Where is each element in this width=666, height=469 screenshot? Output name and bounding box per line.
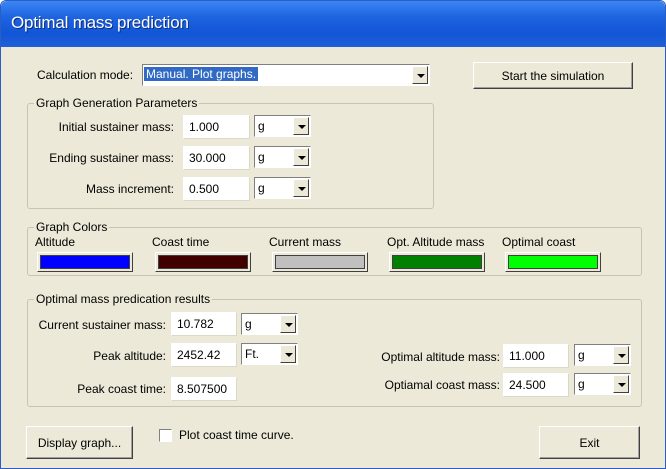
calculation-mode-value: Manual. Plot graphs. <box>144 67 259 81</box>
optimal-coast-color-label: Optimal coast <box>502 235 576 249</box>
chevron-down-icon[interactable] <box>293 179 309 197</box>
plot-coast-checkbox-label[interactable]: Plot coast time curve. <box>179 428 294 442</box>
display-graph-button[interactable]: Display graph... <box>26 426 133 459</box>
title-bar[interactable]: Optimal mass prediction <box>1 1 665 47</box>
graph-parameters-title: Graph Generation Parameters <box>34 96 200 110</box>
current-mass-unit-value: g <box>245 317 252 331</box>
ending-mass-label: Ending sustainer mass: <box>49 151 174 165</box>
ending-mass-unit-value: g <box>258 150 265 164</box>
peak-coast-label: Peak coast time: <box>77 382 166 396</box>
window-title: Optimal mass prediction <box>11 13 189 32</box>
peak-altitude-unit-value: Ft. <box>245 347 259 361</box>
coast-time-color-swatch <box>158 255 248 269</box>
peak-coast-field[interactable]: 8.507500 <box>171 377 237 401</box>
current-mass-label: Current sustainer mass: <box>38 318 166 332</box>
results-title: Optimal mass predication results <box>34 292 213 306</box>
graph-colors-title: Graph Colors <box>34 220 110 234</box>
optimal-coast-mass-field[interactable]: 24.500 <box>503 373 569 397</box>
chevron-down-icon[interactable] <box>613 375 629 393</box>
mass-increment-field[interactable]: 0.500 <box>183 177 250 201</box>
current-mass-color-label: Current mass <box>269 235 342 249</box>
mass-increment-unit-select[interactable]: g <box>254 177 311 199</box>
optimal-coast-mass-unit-select[interactable]: g <box>574 373 631 395</box>
exit-button[interactable]: Exit <box>539 426 640 459</box>
initial-mass-unit-select[interactable]: g <box>254 115 311 137</box>
peak-altitude-field[interactable]: 2452.42 <box>171 343 237 367</box>
chevron-down-icon[interactable] <box>613 346 629 364</box>
altitude-color-button[interactable] <box>37 252 133 272</box>
initial-mass-label: Initial sustainer mass: <box>58 120 174 134</box>
coast-time-color-button[interactable] <box>155 252 251 272</box>
optimal-altitude-mass-label: Optimal altitude mass: <box>381 350 500 364</box>
initial-mass-field[interactable]: 1.000 <box>183 115 250 139</box>
current-mass-color-swatch <box>275 255 365 269</box>
opt-altitude-mass-color-button[interactable] <box>389 252 485 272</box>
calculation-mode-label: Calculation mode: <box>37 68 134 82</box>
dialog-window: Optimal mass prediction Calculation mode… <box>0 0 666 469</box>
peak-altitude-label: Peak altitude: <box>93 349 166 363</box>
coast-time-color-label: Coast time <box>152 235 210 249</box>
calculation-mode-select[interactable]: Manual. Plot graphs. <box>142 64 430 86</box>
optimal-altitude-mass-field[interactable]: 11.000 <box>503 344 569 368</box>
chevron-down-icon[interactable] <box>280 315 296 333</box>
dialog-body: Calculation mode: Manual. Plot graphs. S… <box>4 47 662 467</box>
mass-increment-label: Mass increment: <box>85 182 174 196</box>
peak-altitude-unit-select[interactable]: Ft. <box>241 343 298 365</box>
altitude-color-swatch <box>40 255 130 269</box>
current-mass-unit-select[interactable]: g <box>241 313 298 335</box>
optimal-coast-color-swatch <box>508 255 598 269</box>
opt-altitude-mass-color-label: Opt. Altitude mass <box>387 235 485 249</box>
chevron-down-icon[interactable] <box>280 345 296 363</box>
chevron-down-icon[interactable] <box>293 148 309 166</box>
initial-mass-unit-value: g <box>258 119 265 133</box>
optimal-coast-mass-label: Optiamal coast mass: <box>384 378 500 392</box>
chevron-down-icon[interactable] <box>293 117 309 135</box>
optimal-coast-mass-unit-value: g <box>578 377 585 391</box>
chevron-down-icon[interactable] <box>412 66 428 84</box>
opt-altitude-mass-color-swatch <box>392 255 482 269</box>
current-mass-color-button[interactable] <box>272 252 368 272</box>
optimal-coast-color-button[interactable] <box>505 252 601 272</box>
ending-mass-field[interactable]: 30.000 <box>183 146 250 170</box>
current-mass-field[interactable]: 10.782 <box>171 312 237 336</box>
mass-increment-unit-value: g <box>258 181 265 195</box>
plot-coast-checkbox[interactable] <box>159 429 172 442</box>
optimal-altitude-mass-unit-select[interactable]: g <box>574 344 631 366</box>
altitude-color-label: Altitude <box>35 235 76 249</box>
ending-mass-unit-select[interactable]: g <box>254 146 311 168</box>
start-simulation-button[interactable]: Start the simulation <box>473 62 633 89</box>
optimal-altitude-mass-unit-value: g <box>578 348 585 362</box>
